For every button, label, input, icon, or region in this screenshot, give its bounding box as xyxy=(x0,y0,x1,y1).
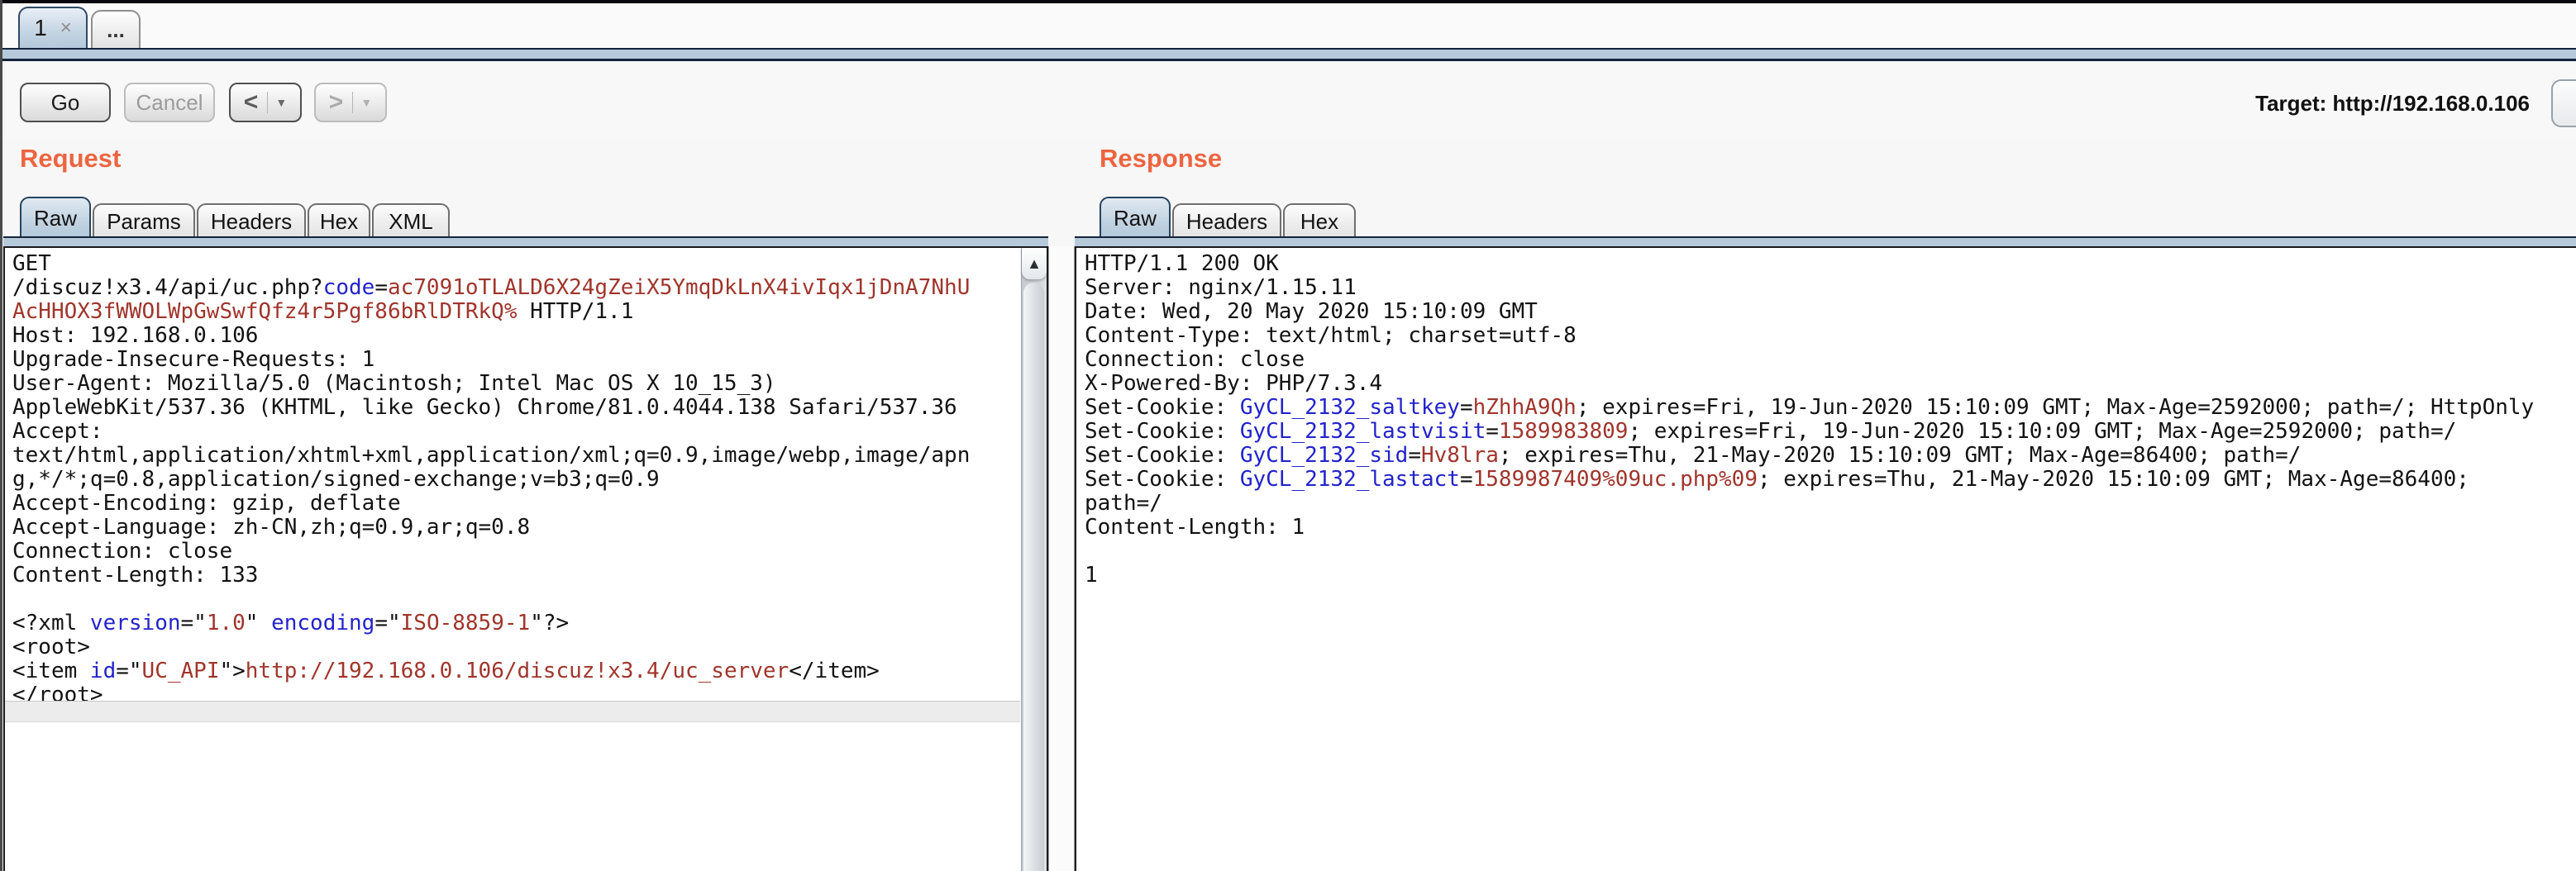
code-line: HTTP/1.1 200 OK xyxy=(1085,252,2573,276)
repeater-tab-more-label: ... xyxy=(107,17,125,43)
code-line: AcHHOX3fWWOLWpGwSwfQfz4r5Pgf86bRlDTRkQ% … xyxy=(12,300,1040,324)
code-line: Connection: close xyxy=(12,540,1040,564)
request-tab-hex[interactable]: Hex xyxy=(308,203,370,238)
scrollbar-thumb[interactable] xyxy=(1023,283,1044,871)
code-line: Host: 192.168.0.106 xyxy=(12,324,1040,348)
code-line: Set-Cookie: GyCL_2132_lastact=1589987409… xyxy=(1085,468,2573,492)
code-line xyxy=(1085,540,2573,564)
request-hscroll-track[interactable] xyxy=(5,701,1020,722)
forward-arrow-icon: > xyxy=(329,88,344,117)
response-tab-raw-label: Raw xyxy=(1114,206,1157,231)
request-tab-headers-label: Headers xyxy=(211,209,292,235)
code-line: text/html,application/xhtml+xml,applicat… xyxy=(12,444,1040,468)
request-scrollbar[interactable]: ▲ xyxy=(1021,248,1047,871)
response-tab-hex[interactable]: Hex xyxy=(1283,203,1356,238)
code-line: Content-Length: 133 xyxy=(12,564,1040,588)
code-line: <root> xyxy=(12,635,1040,659)
code-line: Date: Wed, 20 May 2020 15:10:09 GMT xyxy=(1085,300,2573,324)
code-line: Content-Type: text/html; charset=utf-8 xyxy=(1085,324,2573,348)
response-editor[interactable]: HTTP/1.1 200 OKServer: nginx/1.15.11Date… xyxy=(1075,246,2576,871)
response-tab-raw[interactable]: Raw xyxy=(1100,197,1171,238)
button-divider xyxy=(267,92,268,113)
response-tab-stripe-blue xyxy=(1075,238,2576,246)
request-editor[interactable]: GET/discuz!x3.4/api/uc.php?code=ac7091oT… xyxy=(3,246,1048,871)
code-line: 1 xyxy=(1085,564,2573,588)
code-line: <?xml version="1.0" encoding="ISO-8859-1… xyxy=(12,612,1040,635)
response-text: HTTP/1.1 200 OKServer: nginx/1.15.11Date… xyxy=(1076,248,2576,588)
repeater-tab-1[interactable]: 1 × xyxy=(18,7,88,48)
code-line: Accept-Encoding: gzip, deflate xyxy=(12,492,1040,516)
request-tab-hex-label: Hex xyxy=(320,209,358,235)
code-line: Set-Cookie: GyCL_2132_saltkey=hZhhA9Qh; … xyxy=(1085,396,2573,420)
repeater-tab-more[interactable]: ... xyxy=(91,10,141,48)
repeater-tab-bar: 1 × ... xyxy=(2,3,2576,48)
code-line: g,*/*;q=0.8,application/signed-exchange;… xyxy=(12,468,1040,492)
go-button[interactable]: Go xyxy=(20,83,111,122)
code-line: Accept-Language: zh-CN,zh;q=0.9,ar;q=0.8 xyxy=(12,516,1040,540)
panel-splitter[interactable] xyxy=(1048,246,1075,871)
response-tab-headers-label: Headers xyxy=(1186,209,1267,235)
request-tab-stripe-blue xyxy=(3,238,1048,246)
scroll-up-button[interactable]: ▲ xyxy=(1022,248,1047,279)
code-line: Upgrade-Insecure-Requests: 1 xyxy=(12,348,1040,372)
window-left-edge xyxy=(0,0,2,871)
code-line: Set-Cookie: GyCL_2132_sid=Hv8lra; expire… xyxy=(1085,444,2573,468)
forward-button[interactable]: > ▼ xyxy=(314,83,387,122)
go-button-label: Go xyxy=(51,90,80,116)
back-arrow-icon: < xyxy=(244,88,259,117)
code-line: Set-Cookie: GyCL_2132_lastvisit=15899838… xyxy=(1085,420,2573,444)
forward-dropdown-icon[interactable]: ▼ xyxy=(360,96,372,109)
request-tab-xml-label: XML xyxy=(389,209,432,235)
toolbar: Go Cancel < ▼ > ▼ Target: http://192.168… xyxy=(2,61,2576,140)
code-line: Connection: close xyxy=(1085,348,2573,372)
scroll-up-icon: ▲ xyxy=(1027,255,1042,273)
request-title: Request xyxy=(20,144,121,174)
request-tab-params[interactable]: Params xyxy=(93,203,195,238)
code-line: User-Agent: Mozilla/5.0 (Macintosh; Inte… xyxy=(12,372,1040,396)
target-label: Target: http://192.168.0.106 xyxy=(2255,91,2530,117)
code-line: X-Powered-By: PHP/7.3.4 xyxy=(1085,372,2573,396)
tabbar-stripe-blue xyxy=(0,50,2576,59)
request-tab-xml[interactable]: XML xyxy=(372,203,450,238)
code-line: path=/ xyxy=(1085,492,2573,516)
request-tab-params-label: Params xyxy=(107,209,181,235)
code-line: Server: nginx/1.15.11 xyxy=(1085,276,2573,300)
cancel-button-label: Cancel xyxy=(136,90,203,116)
request-tab-headers[interactable]: Headers xyxy=(197,203,306,238)
burp-repeater-window: 1 × ... Go Cancel < ▼ > ▼ xyxy=(0,0,2576,871)
response-tab-headers[interactable]: Headers xyxy=(1172,203,1281,238)
code-line: Content-Length: 1 xyxy=(1085,516,2573,540)
request-tab-raw-label: Raw xyxy=(34,206,77,231)
response-tab-hex-label: Hex xyxy=(1300,209,1338,235)
repeater-tab-1-label: 1 xyxy=(34,15,47,41)
cancel-button[interactable]: Cancel xyxy=(124,83,215,122)
code-line: <item id="UC_API">http://192.168.0.106/d… xyxy=(12,659,1040,683)
response-title: Response xyxy=(1100,144,1222,174)
tab-close-icon[interactable]: × xyxy=(60,18,72,38)
request-text: GET/discuz!x3.4/api/uc.php?code=ac7091oT… xyxy=(5,248,1047,707)
code-line: Accept: xyxy=(12,420,1040,444)
code-line: /discuz!x3.4/api/uc.php?code=ac7091oTLAL… xyxy=(12,276,1040,300)
button-divider xyxy=(352,92,353,113)
back-dropdown-icon[interactable]: ▼ xyxy=(275,96,287,109)
code-line: GET xyxy=(12,252,1040,276)
request-tab-raw[interactable]: Raw xyxy=(20,197,91,238)
back-button[interactable]: < ▼ xyxy=(229,83,302,122)
code-line xyxy=(12,588,1040,612)
code-line: AppleWebKit/537.36 (KHTML, like Gecko) C… xyxy=(12,396,1040,420)
edit-target-button[interactable] xyxy=(2551,79,2576,127)
